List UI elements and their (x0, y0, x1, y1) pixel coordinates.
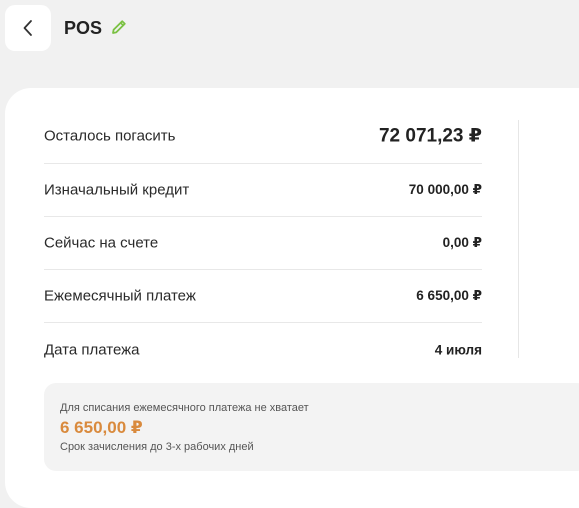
row-value: 4 июля (434, 342, 482, 357)
chevron-left-icon (23, 20, 32, 36)
vertical-divider (518, 120, 519, 358)
insufficient-funds-notice: Для списания ежемесячного платежа не хва… (44, 383, 579, 471)
back-button[interactable] (5, 5, 51, 51)
row-monthly-payment: Ежемесячный платеж 6 650,00 ₽ (44, 270, 482, 323)
notice-text: Для списания ежемесячного платежа не хва… (60, 402, 309, 414)
row-value: 0,00 ₽ (442, 235, 482, 250)
row-label: Осталось погасить (44, 127, 176, 144)
row-value: 6 650,00 ₽ (416, 288, 482, 303)
row-label: Сейчас на счете (44, 234, 159, 252)
pencil-icon[interactable] (110, 18, 128, 36)
notice-amount: 6 650,00 ₽ (60, 418, 143, 437)
row-value: 70 000,00 ₽ (408, 182, 482, 197)
row-account-balance: Сейчас на счете 0,00 ₽ (44, 217, 482, 270)
row-label: Ежемесячный платеж (44, 287, 196, 305)
page-title: POS (64, 18, 103, 38)
row-label: Изначальный кредит (44, 181, 190, 199)
row-initial-credit: Изначальный кредит 70 000,00 ₽ (44, 164, 482, 217)
row-payment-date: Дата платежа 4 июля (44, 323, 482, 376)
loan-details-list: Осталось погасить 72 071,23 ₽ Изначальны… (44, 108, 482, 376)
row-remaining-balance: Осталось погасить 72 071,23 ₽ (44, 108, 482, 164)
notice-subtext: Срок зачисления до 3-х рабочих дней (60, 441, 254, 453)
row-label: Дата платежа (44, 341, 140, 358)
row-value: 72 071,23 ₽ (378, 125, 482, 146)
header: POS (0, 0, 579, 60)
